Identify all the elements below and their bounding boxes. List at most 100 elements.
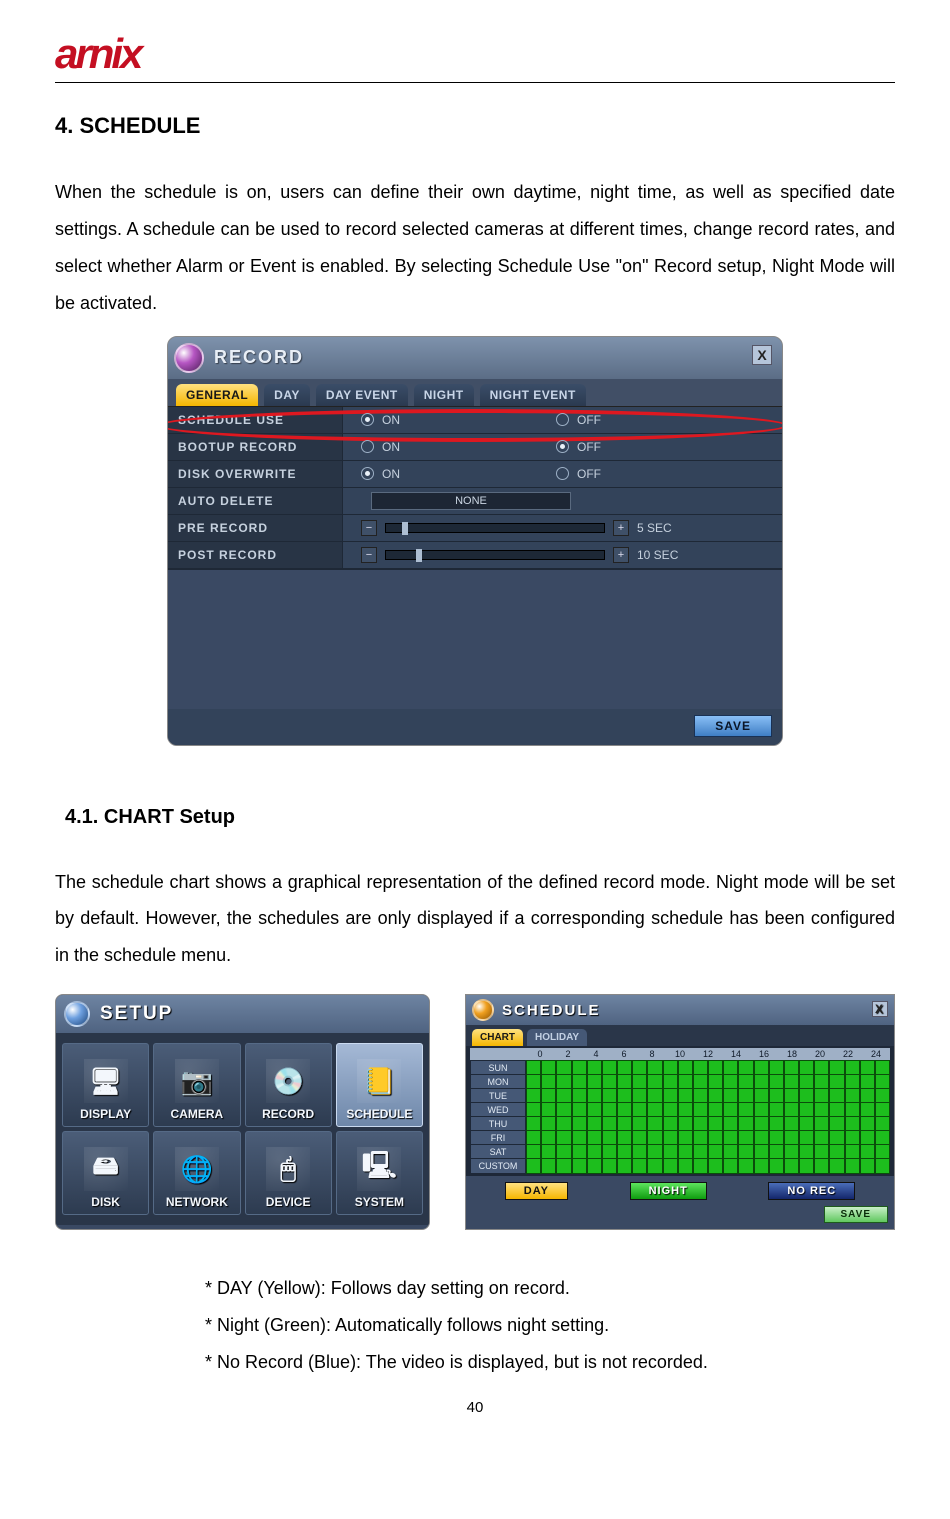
schedule-cell[interactable] bbox=[829, 1158, 844, 1174]
tab-day-event[interactable]: DAY EVENT bbox=[316, 384, 408, 406]
tab-night[interactable]: NIGHT bbox=[414, 384, 474, 406]
schedule-cell[interactable] bbox=[602, 1158, 617, 1174]
hour-label: 16 bbox=[750, 1048, 778, 1060]
close-icon[interactable]: X bbox=[872, 1001, 888, 1017]
record-title: RECORD bbox=[214, 347, 304, 368]
tab-chart[interactable]: CHART bbox=[472, 1029, 523, 1046]
legend-night: NIGHT bbox=[630, 1182, 707, 1200]
legend-no-rec: NO REC bbox=[768, 1182, 855, 1200]
label-auto-delete: AUTO DELETE bbox=[168, 488, 343, 514]
tab-holiday[interactable]: HOLIDAY bbox=[527, 1029, 587, 1046]
header-divider bbox=[55, 82, 895, 83]
hour-label: 20 bbox=[806, 1048, 834, 1060]
row-auto-delete: AUTO DELETE NONE bbox=[168, 488, 782, 515]
schedule-cell[interactable] bbox=[541, 1158, 556, 1174]
label-pre-record: PRE RECORD bbox=[168, 515, 343, 541]
schedule-cell[interactable] bbox=[663, 1158, 678, 1174]
radio-bootup-off[interactable]: OFF bbox=[556, 440, 751, 454]
row-pre-record: PRE RECORD − + 5 SEC bbox=[168, 515, 782, 542]
hour-label: 6 bbox=[610, 1048, 638, 1060]
schedule-icon: 📒 bbox=[357, 1059, 401, 1103]
row-bootup-record: BOOTUP RECORD ON OFF bbox=[168, 434, 782, 461]
note-day: * DAY (Yellow): Follows day setting on r… bbox=[205, 1270, 895, 1307]
auto-delete-select[interactable]: NONE bbox=[371, 492, 571, 510]
schedule-cell[interactable] bbox=[723, 1158, 738, 1174]
setup-item-system[interactable]: 🖳SYSTEM bbox=[336, 1131, 423, 1215]
schedule-cell[interactable] bbox=[738, 1158, 753, 1174]
save-button[interactable]: SAVE bbox=[694, 715, 772, 737]
setup-item-label: CAMERA bbox=[171, 1107, 224, 1121]
schedule-cell[interactable] bbox=[526, 1158, 541, 1174]
schedule-cell[interactable] bbox=[799, 1158, 814, 1174]
schedule-cell[interactable] bbox=[814, 1158, 829, 1174]
minus-icon[interactable]: − bbox=[361, 520, 377, 536]
hour-label: 10 bbox=[666, 1048, 694, 1060]
schedule-window: SCHEDULE X CHART HOLIDAY 024681012141618… bbox=[465, 994, 895, 1230]
camera-icon: 📷 bbox=[175, 1059, 219, 1103]
schedule-cell[interactable] bbox=[617, 1158, 632, 1174]
schedule-cell[interactable] bbox=[708, 1158, 723, 1174]
record-tabs: GENERAL DAY DAY EVENT NIGHT NIGHT EVENT bbox=[168, 379, 782, 406]
schedule-cell[interactable] bbox=[693, 1158, 708, 1174]
radio-disk-off[interactable]: OFF bbox=[556, 467, 751, 481]
schedule-cell[interactable] bbox=[845, 1158, 860, 1174]
hour-label: 2 bbox=[554, 1048, 582, 1060]
setup-item-camera[interactable]: 📷 CAMERA bbox=[153, 1043, 240, 1127]
note-night: * Night (Green): Automatically follows n… bbox=[205, 1307, 895, 1344]
plus-icon[interactable]: + bbox=[613, 547, 629, 563]
hour-label: 14 bbox=[722, 1048, 750, 1060]
schedule-cell[interactable] bbox=[875, 1158, 890, 1174]
record-icon bbox=[174, 343, 204, 373]
radio-bootup-on[interactable]: ON bbox=[361, 440, 556, 454]
schedule-cell[interactable] bbox=[556, 1158, 571, 1174]
hour-label: 18 bbox=[778, 1048, 806, 1060]
setup-item-schedule[interactable]: 📒SCHEDULE bbox=[336, 1043, 423, 1127]
tab-day[interactable]: DAY bbox=[264, 384, 310, 406]
label-bootup-record: BOOTUP RECORD bbox=[168, 434, 343, 460]
section-heading: 4. SCHEDULE bbox=[55, 113, 895, 139]
radio-disk-on[interactable]: ON bbox=[361, 467, 556, 481]
setup-item-label: SYSTEM bbox=[355, 1195, 404, 1209]
schedule-cell[interactable] bbox=[647, 1158, 662, 1174]
schedule-cell[interactable] bbox=[784, 1158, 799, 1174]
minus-icon[interactable]: − bbox=[361, 547, 377, 563]
post-record-slider[interactable]: − + 10 SEC bbox=[361, 547, 678, 563]
setup-item-record[interactable]: 💿RECORD bbox=[245, 1043, 332, 1127]
schedule-cell[interactable] bbox=[587, 1158, 602, 1174]
setup-item-label: DISPLAY bbox=[80, 1107, 131, 1121]
post-record-value: 10 SEC bbox=[637, 548, 678, 562]
hour-label: 8 bbox=[638, 1048, 666, 1060]
display-icon: 🖥 bbox=[84, 1059, 128, 1103]
close-icon[interactable]: X bbox=[752, 345, 772, 365]
radio-schedule-off[interactable]: OFF bbox=[556, 413, 751, 427]
plus-icon[interactable]: + bbox=[613, 520, 629, 536]
setup-item-label: RECORD bbox=[262, 1107, 314, 1121]
setup-item-disk[interactable]: 🖴DISK bbox=[62, 1131, 149, 1215]
setup-item-network[interactable]: 🌐NETWORK bbox=[153, 1131, 240, 1215]
setup-item-label: DISK bbox=[91, 1195, 120, 1209]
hour-label: 4 bbox=[582, 1048, 610, 1060]
note-no-record: * No Record (Blue): The video is display… bbox=[205, 1344, 895, 1381]
setup-item-display[interactable]: 🖥 DISPLAY bbox=[62, 1043, 149, 1127]
tab-general[interactable]: GENERAL bbox=[176, 384, 258, 406]
schedule-cell[interactable] bbox=[632, 1158, 647, 1174]
radio-schedule-on[interactable]: ON bbox=[361, 413, 556, 427]
pre-record-slider[interactable]: − + 5 SEC bbox=[361, 520, 672, 536]
schedule-row-mon: MON bbox=[470, 1074, 890, 1088]
page-number: 40 bbox=[55, 1399, 895, 1416]
record-window: RECORD X GENERAL DAY DAY EVENT NIGHT NIG… bbox=[167, 336, 783, 746]
schedule-title: SCHEDULE bbox=[502, 1002, 601, 1019]
schedule-cell[interactable] bbox=[572, 1158, 587, 1174]
setup-item-device[interactable]: 🖱DEVICE bbox=[245, 1131, 332, 1215]
tab-night-event[interactable]: NIGHT EVENT bbox=[480, 384, 586, 406]
schedule-cell[interactable] bbox=[678, 1158, 693, 1174]
label-disk-overwrite: DISK OVERWRITE bbox=[168, 461, 343, 487]
setup-item-label: NETWORK bbox=[166, 1195, 228, 1209]
schedule-save-button[interactable]: SAVE bbox=[824, 1206, 889, 1223]
schedule-cell[interactable] bbox=[860, 1158, 875, 1174]
brand-logo: arnix bbox=[55, 30, 895, 78]
hour-label: 12 bbox=[694, 1048, 722, 1060]
schedule-row-custom: CUSTOM bbox=[470, 1158, 890, 1172]
schedule-cell[interactable] bbox=[754, 1158, 769, 1174]
schedule-cell[interactable] bbox=[769, 1158, 784, 1174]
